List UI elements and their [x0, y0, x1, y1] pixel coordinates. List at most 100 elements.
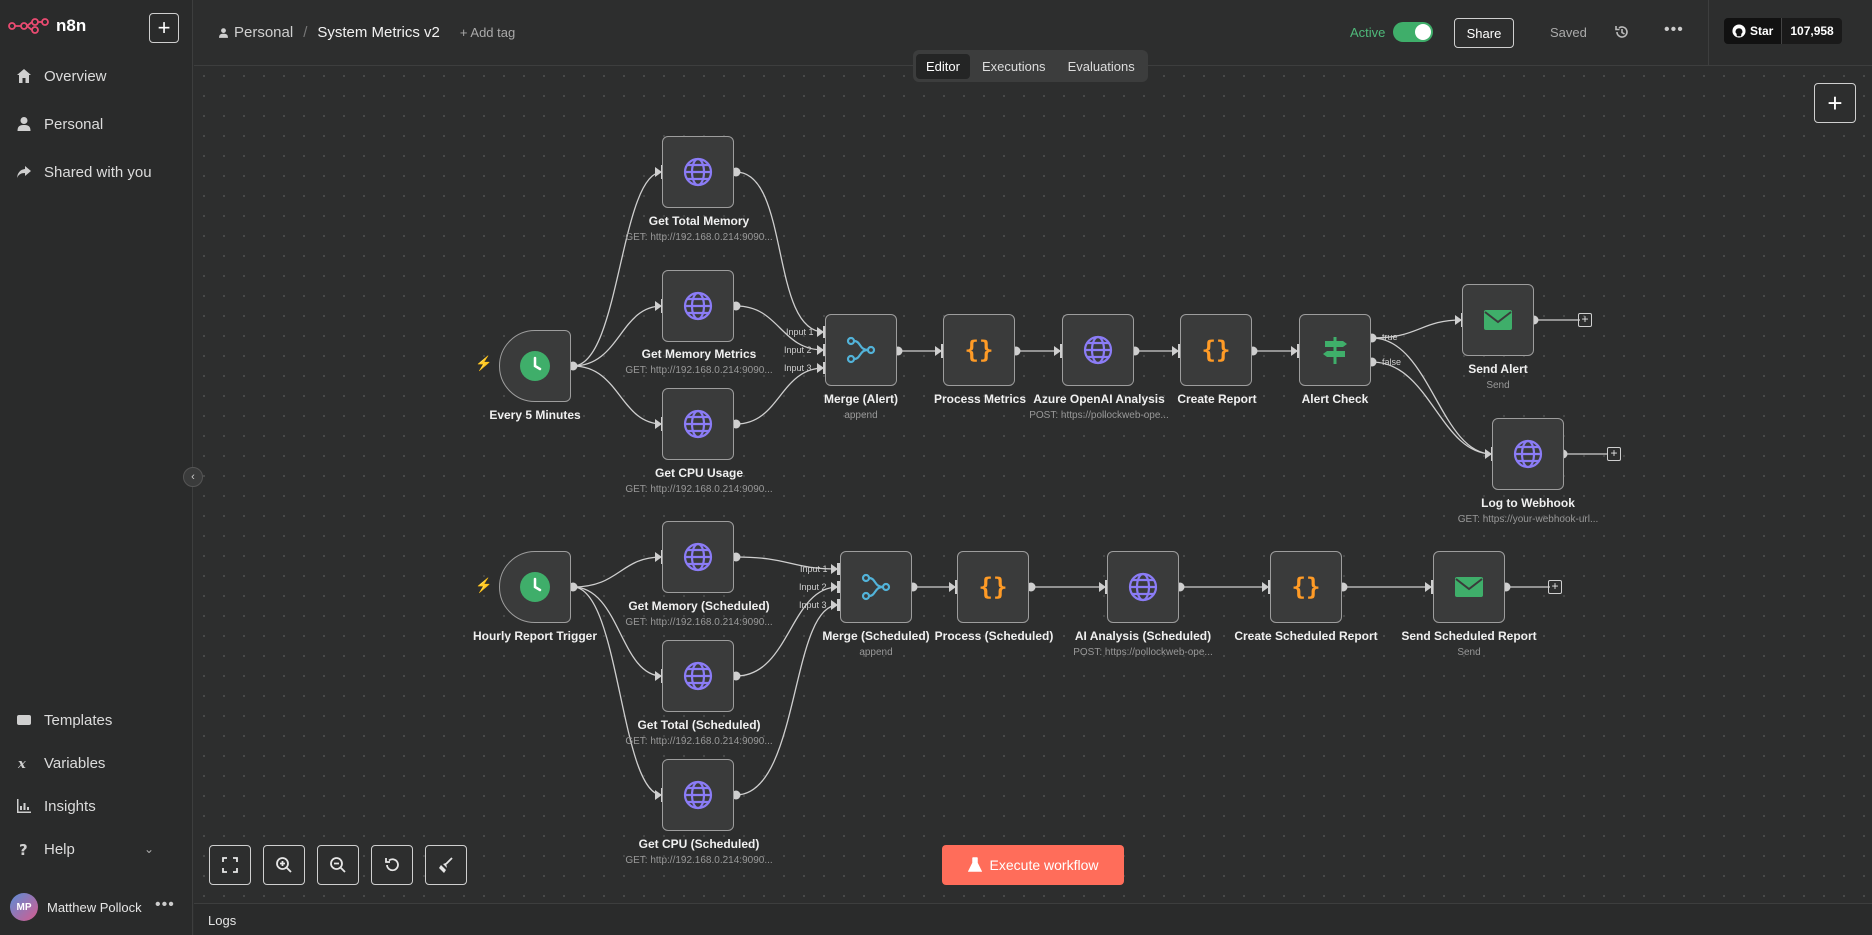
history-icon[interactable]: [1614, 24, 1630, 40]
active-toggle-group: Active: [1350, 22, 1434, 42]
logo-text: n8n: [56, 16, 87, 35]
input-label: Input 2: [799, 582, 827, 592]
active-toggle[interactable]: [1393, 22, 1434, 42]
merge-icon: [861, 573, 891, 601]
breadcrumb-personal[interactable]: Personal: [218, 24, 293, 41]
node-process-metrics[interactable]: {}: [943, 314, 1015, 386]
node-send-scheduled-report[interactable]: [1433, 551, 1505, 623]
input-label: Input 1: [786, 327, 814, 337]
user-name: Matthew Pollock: [47, 899, 142, 915]
add-node-button[interactable]: +: [1607, 447, 1621, 461]
node-process-scheduled[interactable]: {}: [957, 551, 1029, 623]
code-icon: {}: [965, 336, 994, 364]
code-icon: {}: [1202, 336, 1231, 364]
add-node-button[interactable]: +: [1578, 313, 1592, 327]
sidebar-item-overview[interactable]: Overview: [16, 64, 107, 88]
svg-text:{}: {}: [979, 573, 1008, 601]
workflow-name[interactable]: System Metrics v2: [317, 24, 440, 41]
zoom-out-button[interactable]: [317, 845, 359, 885]
node-get-memory-metrics[interactable]: [662, 270, 734, 342]
node-subtitle: GET: http://192.168.0.214:9090...: [625, 484, 773, 495]
node-get-total-memory[interactable]: [662, 136, 734, 208]
github-icon: [1732, 24, 1746, 38]
templates-icon: [17, 715, 31, 725]
node-merge-scheduled[interactable]: [840, 551, 912, 623]
sidebar-item-label: Shared with you: [44, 163, 152, 181]
breadcrumb-label: Personal: [234, 24, 294, 41]
zoom-in-icon: [276, 857, 292, 873]
github-star-left: Star: [1724, 18, 1782, 44]
node-subtitle: Send: [1486, 380, 1510, 391]
tidy-up-button[interactable]: [425, 845, 467, 885]
reset-zoom-button[interactable]: [371, 845, 413, 885]
globe-icon: [683, 661, 713, 691]
chevron-down-icon[interactable]: ⌄: [144, 842, 154, 856]
sidebar: n8n + Overview Personal Shared with you …: [0, 0, 193, 935]
sidebar-item-insights[interactable]: Insights: [16, 794, 96, 818]
home-icon: [17, 69, 31, 83]
add-node-panel-button[interactable]: +: [1814, 83, 1856, 123]
tab-executions[interactable]: Executions: [972, 54, 1056, 79]
node-label: Get CPU Usage: [654, 466, 744, 480]
create-new-button[interactable]: +: [149, 13, 179, 43]
svg-text:{}: {}: [1292, 573, 1321, 601]
node-label: Send Alert: [1468, 362, 1528, 376]
node-ai-analysis-scheduled[interactable]: [1107, 551, 1179, 623]
share-button[interactable]: Share: [1454, 18, 1514, 48]
email-icon: [1455, 577, 1483, 597]
add-node-button[interactable]: +: [1548, 580, 1562, 594]
node-get-memory-scheduled[interactable]: [662, 521, 734, 593]
sidebar-item-help[interactable]: ? Help ⌄: [16, 837, 176, 861]
node-label: Get Total Memory: [648, 214, 750, 228]
node-create-scheduled-report[interactable]: {}: [1270, 551, 1342, 623]
node-get-total-scheduled[interactable]: [662, 640, 734, 712]
node-hourly-report-trigger[interactable]: [499, 551, 571, 623]
trigger-bolt-icon: ⚡: [475, 355, 493, 371]
tab-evaluations[interactable]: Evaluations: [1058, 54, 1145, 79]
node-create-report[interactable]: {}: [1180, 314, 1252, 386]
globe-icon: [683, 409, 713, 439]
node-send-alert[interactable]: [1462, 284, 1534, 356]
input-label: Input 3: [799, 600, 827, 610]
node-label: Alert Check: [1301, 392, 1369, 406]
svg-text:{}: {}: [1202, 336, 1231, 364]
node-merge-alert[interactable]: [825, 314, 897, 386]
sidebar-item-shared[interactable]: Shared with you: [16, 160, 152, 184]
breadcrumb: Personal / System Metrics v2 + Add tag: [218, 24, 515, 41]
user-profile[interactable]: MP Matthew Pollock: [10, 893, 142, 921]
user-icon: [17, 117, 31, 131]
fit-view-button[interactable]: [209, 845, 251, 885]
input-label: Input 2: [784, 345, 812, 355]
sidebar-item-templates[interactable]: Templates: [16, 708, 112, 732]
add-tag-button[interactable]: + Add tag: [460, 25, 515, 40]
node-azure-openai-analysis[interactable]: [1062, 314, 1134, 386]
node-log-to-webhook[interactable]: [1492, 418, 1564, 490]
node-label: Get CPU (Scheduled): [638, 837, 760, 851]
node-label: Every 5 Minutes: [489, 408, 581, 422]
active-label: Active: [1350, 24, 1386, 40]
sidebar-item-variables[interactable]: x Variables: [16, 751, 105, 775]
sidebar-item-label: Variables: [44, 754, 106, 772]
node-label: Get Total (Scheduled): [637, 718, 761, 732]
user-menu-icon[interactable]: •••: [155, 896, 175, 914]
node-every-5-minutes[interactable]: [499, 330, 571, 402]
zoom-in-button[interactable]: [263, 845, 305, 885]
collapse-sidebar-button[interactable]: ‹: [183, 467, 203, 487]
logs-panel-toggle[interactable]: Logs: [194, 903, 1872, 935]
n8n-logo[interactable]: n8n: [8, 16, 86, 36]
workflow-canvas[interactable]: [194, 66, 1872, 903]
sidebar-item-personal[interactable]: Personal: [16, 112, 103, 136]
variables-icon: x: [17, 757, 26, 771]
more-options-icon[interactable]: •••: [1664, 21, 1684, 39]
globe-icon: [683, 157, 713, 187]
node-get-cpu-scheduled[interactable]: [662, 759, 734, 831]
node-get-cpu-usage[interactable]: [662, 388, 734, 460]
tab-editor[interactable]: Editor: [916, 53, 970, 79]
sidebar-item-label: Help: [44, 840, 75, 858]
execute-workflow-button[interactable]: Execute workflow: [942, 845, 1124, 885]
github-star-button[interactable]: Star 107,958: [1724, 18, 1842, 44]
node-alert-check[interactable]: [1299, 314, 1371, 386]
svg-text:{}: {}: [965, 336, 994, 364]
input-label: Input 3: [784, 363, 812, 373]
node-subtitle: append: [859, 647, 893, 658]
